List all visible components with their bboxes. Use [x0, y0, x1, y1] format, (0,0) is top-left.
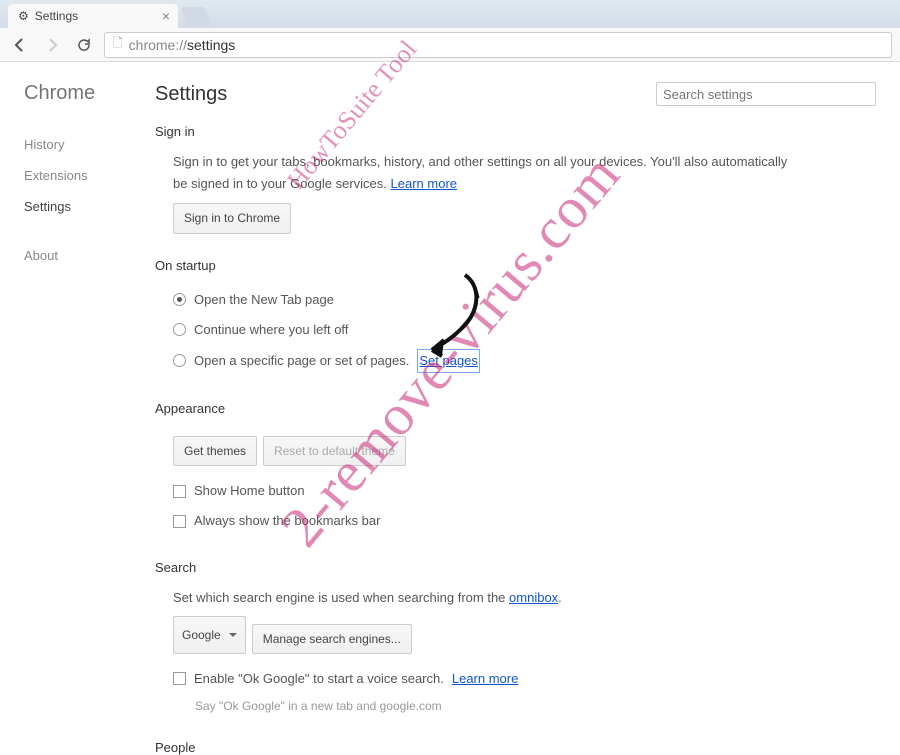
page-title: Settings	[155, 83, 227, 106]
ok-google-learn-more-link[interactable]: Learn more	[452, 668, 518, 690]
main-header: Settings	[155, 82, 876, 106]
signin-desc2: be signed in to your Google services.	[173, 176, 387, 191]
checkbox-icon	[173, 672, 186, 685]
page-icon: 🗋	[113, 34, 123, 55]
radio-icon	[173, 293, 186, 306]
gear-icon: ⚙	[18, 9, 29, 23]
startup-opt3-label: Open a specific page or set of pages.	[194, 350, 409, 372]
omnibox-link[interactable]: omnibox	[509, 590, 558, 605]
back-button[interactable]	[8, 33, 32, 57]
startup-option-newtab[interactable]: Open the New Tab page	[173, 285, 876, 315]
startup-option-specific[interactable]: Open a specific page or set of pages. Se…	[173, 345, 876, 377]
main-panel: Settings Sign in Sign in to get your tab…	[155, 62, 900, 700]
manage-search-engines-button[interactable]: Manage search engines...	[252, 624, 412, 654]
radio-icon	[173, 354, 186, 367]
arrow-right-icon	[44, 37, 60, 53]
checkbox-icon	[173, 485, 186, 498]
sidebar-title: Chrome	[24, 82, 155, 105]
startup-title: On startup	[155, 258, 876, 273]
appearance-title: Appearance	[155, 401, 876, 416]
browser-toolbar: 🗋 chrome://settings	[0, 28, 900, 62]
show-home-checkbox[interactable]: Show Home button	[173, 476, 876, 506]
show-bookmarks-checkbox[interactable]: Always show the bookmarks bar	[173, 506, 876, 536]
ok-google-label: Enable "Ok Google" to start a voice sear…	[194, 668, 444, 690]
close-icon[interactable]: ×	[162, 8, 170, 24]
chevron-down-icon	[229, 633, 237, 637]
section-startup: On startup Open the New Tab page Continu…	[155, 258, 876, 377]
new-tab-button[interactable]	[181, 7, 212, 25]
sidebar-item-about[interactable]: About	[24, 240, 155, 271]
signin-title: Sign in	[155, 124, 876, 139]
ok-google-checkbox[interactable]: Enable "Ok Google" to start a voice sear…	[173, 664, 876, 694]
forward-button[interactable]	[40, 33, 64, 57]
reload-button[interactable]	[72, 33, 96, 57]
search-title: Search	[155, 560, 876, 575]
section-appearance: Appearance Get themes Reset to default t…	[155, 401, 876, 537]
reset-theme-button[interactable]: Reset to default theme	[263, 436, 406, 466]
get-themes-button[interactable]: Get themes	[173, 436, 257, 466]
browser-tab-bar: ⚙ Settings ×	[0, 0, 900, 28]
radio-icon	[173, 323, 186, 336]
startup-opt2-label: Continue where you left off	[194, 319, 348, 341]
section-signin: Sign in Sign in to get your tabs, bookma…	[155, 124, 876, 234]
sidebar-item-settings[interactable]: Settings	[24, 191, 155, 222]
sidebar-item-history[interactable]: History	[24, 129, 155, 160]
signin-button[interactable]: Sign in to Chrome	[173, 203, 291, 233]
section-people: People	[155, 740, 876, 755]
tab-title: Settings	[35, 9, 78, 23]
ok-google-hint: Say "Ok Google" in a new tab and google.…	[173, 696, 876, 716]
startup-opt1-label: Open the New Tab page	[194, 289, 334, 311]
startup-option-continue[interactable]: Continue where you left off	[173, 315, 876, 345]
browser-tab[interactable]: ⚙ Settings ×	[8, 4, 178, 28]
sidebar: Chrome History Extensions Settings About	[0, 62, 155, 700]
section-search: Search Set which search engine is used w…	[155, 560, 876, 716]
show-home-label: Show Home button	[194, 480, 305, 502]
checkbox-icon	[173, 515, 186, 528]
search-engine-value: Google	[182, 625, 221, 645]
sidebar-item-extensions[interactable]: Extensions	[24, 160, 155, 191]
arrow-left-icon	[12, 37, 28, 53]
url-path: settings	[187, 37, 235, 53]
people-title: People	[155, 740, 876, 755]
address-bar[interactable]: 🗋 chrome://settings	[104, 32, 892, 58]
search-settings-input[interactable]	[656, 82, 876, 106]
content-area: Chrome History Extensions Settings About…	[0, 62, 900, 700]
set-pages-link[interactable]: Set pages	[417, 349, 480, 373]
url-prefix: chrome://	[129, 37, 187, 53]
signin-learn-more-link[interactable]: Learn more	[391, 176, 457, 191]
search-desc: Set which search engine is used when sea…	[173, 590, 509, 605]
search-engine-dropdown[interactable]: Google	[173, 616, 246, 654]
signin-desc1: Sign in to get your tabs, bookmarks, his…	[173, 154, 787, 169]
reload-icon	[76, 37, 92, 53]
show-bookmarks-label: Always show the bookmarks bar	[194, 510, 380, 532]
